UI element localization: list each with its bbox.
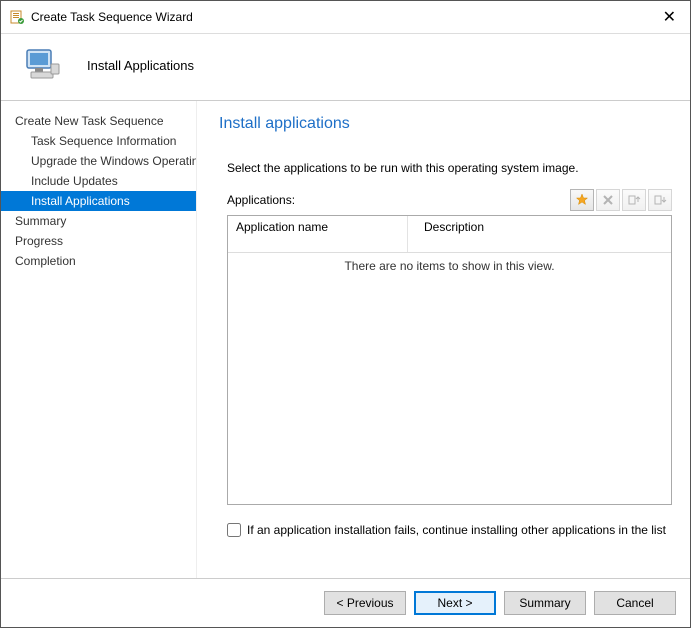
star-icon	[575, 193, 589, 207]
sidebar-item-completion[interactable]: Completion	[1, 251, 196, 271]
column-description[interactable]: Description	[416, 216, 671, 238]
move-up-icon	[627, 193, 641, 207]
sidebar-item-progress[interactable]: Progress	[1, 231, 196, 251]
move-up-button	[622, 189, 646, 211]
delete-button	[596, 189, 620, 211]
move-down-button	[648, 189, 672, 211]
delete-icon	[601, 193, 615, 207]
next-button[interactable]: Next >	[414, 591, 496, 615]
footer: < Previous Next > Summary Cancel	[1, 578, 690, 627]
sidebar-item-install-apps[interactable]: Install Applications	[1, 191, 196, 211]
page-description: Select the applications to be run with t…	[227, 161, 672, 175]
header: Install Applications	[1, 34, 690, 101]
sidebar-item-create[interactable]: Create New Task Sequence	[1, 111, 196, 131]
sidebar-item-updates[interactable]: Include Updates	[1, 171, 196, 191]
continue-on-fail-label: If an application installation fails, co…	[247, 523, 666, 537]
sidebar-item-summary[interactable]: Summary	[1, 211, 196, 231]
header-text: Install Applications	[87, 58, 194, 73]
main-panel: Install applications Select the applicat…	[197, 101, 690, 578]
close-button[interactable]: ✕	[657, 7, 682, 27]
wizard-icon	[9, 9, 25, 25]
applications-table: Application name Description There are n…	[227, 215, 672, 505]
applications-label: Applications:	[227, 193, 295, 207]
page-heading: Install applications	[219, 115, 672, 133]
move-down-icon	[653, 193, 667, 207]
continue-on-fail-row[interactable]: If an application installation fails, co…	[227, 523, 672, 537]
summary-button[interactable]: Summary	[504, 591, 586, 615]
toolbar-row: Applications:	[227, 189, 672, 211]
sidebar-item-task-info[interactable]: Task Sequence Information	[1, 131, 196, 151]
previous-button[interactable]: < Previous	[324, 591, 406, 615]
cancel-button[interactable]: Cancel	[594, 591, 676, 615]
window-title: Create Task Sequence Wizard	[31, 10, 657, 24]
computer-icon	[21, 44, 63, 86]
titlebar: Create Task Sequence Wizard ✕	[1, 1, 690, 34]
empty-message: There are no items to show in this view.	[228, 253, 671, 279]
add-button[interactable]	[570, 189, 594, 211]
continue-on-fail-checkbox[interactable]	[227, 523, 241, 537]
column-name[interactable]: Application name	[228, 216, 408, 252]
sidebar: Create New Task Sequence Task Sequence I…	[1, 101, 197, 578]
body: Create New Task Sequence Task Sequence I…	[1, 101, 690, 578]
table-header: Application name Description	[228, 216, 671, 253]
sidebar-item-upgrade[interactable]: Upgrade the Windows Operating System	[1, 151, 196, 171]
